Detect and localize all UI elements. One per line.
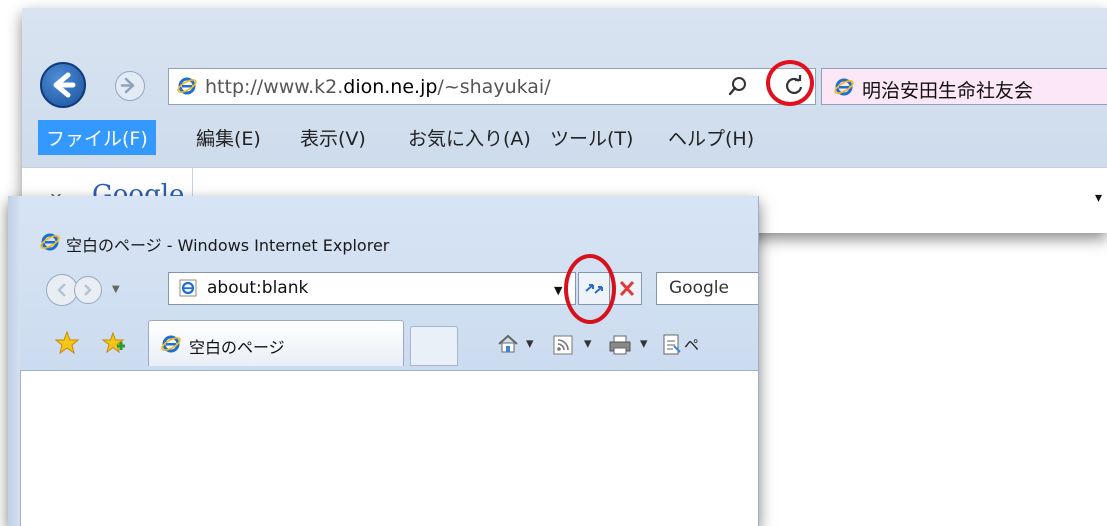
feeds-icon[interactable] [552,334,574,356]
page-menu-icon[interactable] [662,334,682,356]
menu-tools[interactable]: ツール(T) [542,120,641,155]
page-icon [179,279,197,297]
menu-bar: ファイル(F) 編集(E) 表示(V) お気に入り(A) ツール(T) ヘルプ(… [36,114,1107,156]
menu-favorites[interactable]: お気に入り(A) [400,120,539,155]
favorites-star-icon[interactable] [54,330,80,356]
forward-arrow-icon [84,284,92,296]
chevron-down-icon[interactable]: ▾ [1095,190,1102,206]
print-icon[interactable] [608,334,632,356]
menu-help[interactable]: ヘルプ(H) [660,120,762,155]
navigation-bar: http://www.k2.dion.ne.jp/~shayukai/ 明治安田… [22,8,1107,128]
search-box[interactable]: Google [656,272,758,305]
search-provider: Google [669,278,729,298]
back-button[interactable] [40,62,86,108]
back-arrow-icon [53,72,76,98]
forward-button[interactable] [115,71,145,101]
chevron-down-icon[interactable]: ▾ [584,334,592,352]
stop-button[interactable] [612,272,642,305]
add-favorite-icon[interactable] [100,330,126,356]
highlight-circle-refresh [766,60,814,106]
forward-arrow-icon [120,77,135,94]
ie-logo-icon [40,233,60,251]
history-dropdown-icon[interactable]: ▼ [112,284,120,295]
ie-logo-icon [161,335,181,353]
chevron-down-icon[interactable]: ▼ [554,284,562,297]
address-bar[interactable]: http://www.k2.dion.ne.jp/~shayukai/ [168,68,816,105]
close-icon [619,280,635,297]
url-text[interactable]: about:blank [207,278,308,298]
url-text[interactable]: http://www.k2.dion.ne.jp/~shayukai/ [205,76,551,98]
window-frame [8,196,20,526]
home-icon[interactable] [496,332,520,356]
tab-current[interactable]: 明治安田生命社友会 [821,68,1107,105]
ie-logo-icon [177,77,197,95]
search-icon[interactable] [727,75,749,97]
page-content-area [20,370,758,526]
new-tab-button[interactable] [410,326,458,366]
forward-button[interactable] [74,276,102,304]
url-domain: dion.ne.jp [343,76,438,98]
menu-edit[interactable]: 編集(E) [188,120,269,155]
tab-title: 空白のページ [189,338,285,357]
tab-current[interactable]: 空白のページ [148,320,404,366]
tab-title: 明治安田生命社友会 [862,80,1034,102]
menu-view[interactable]: 表示(V) [292,120,374,155]
address-bar[interactable]: about:blank [168,272,576,305]
chevron-down-icon[interactable]: ▾ [526,334,534,352]
ie8-screenshot: 空白のページ - Windows Internet Explorer ▼ abo… [8,196,759,526]
window-title: 空白のページ - Windows Internet Explorer [66,236,390,255]
ie-logo-icon [834,78,854,96]
highlight-circle-refresh [564,254,616,324]
chevron-down-icon[interactable]: ▾ [640,334,648,352]
menu-file[interactable]: ファイル(F) [38,120,156,155]
back-arrow-icon [57,283,66,297]
page-menu-label[interactable]: ペ [684,334,699,355]
